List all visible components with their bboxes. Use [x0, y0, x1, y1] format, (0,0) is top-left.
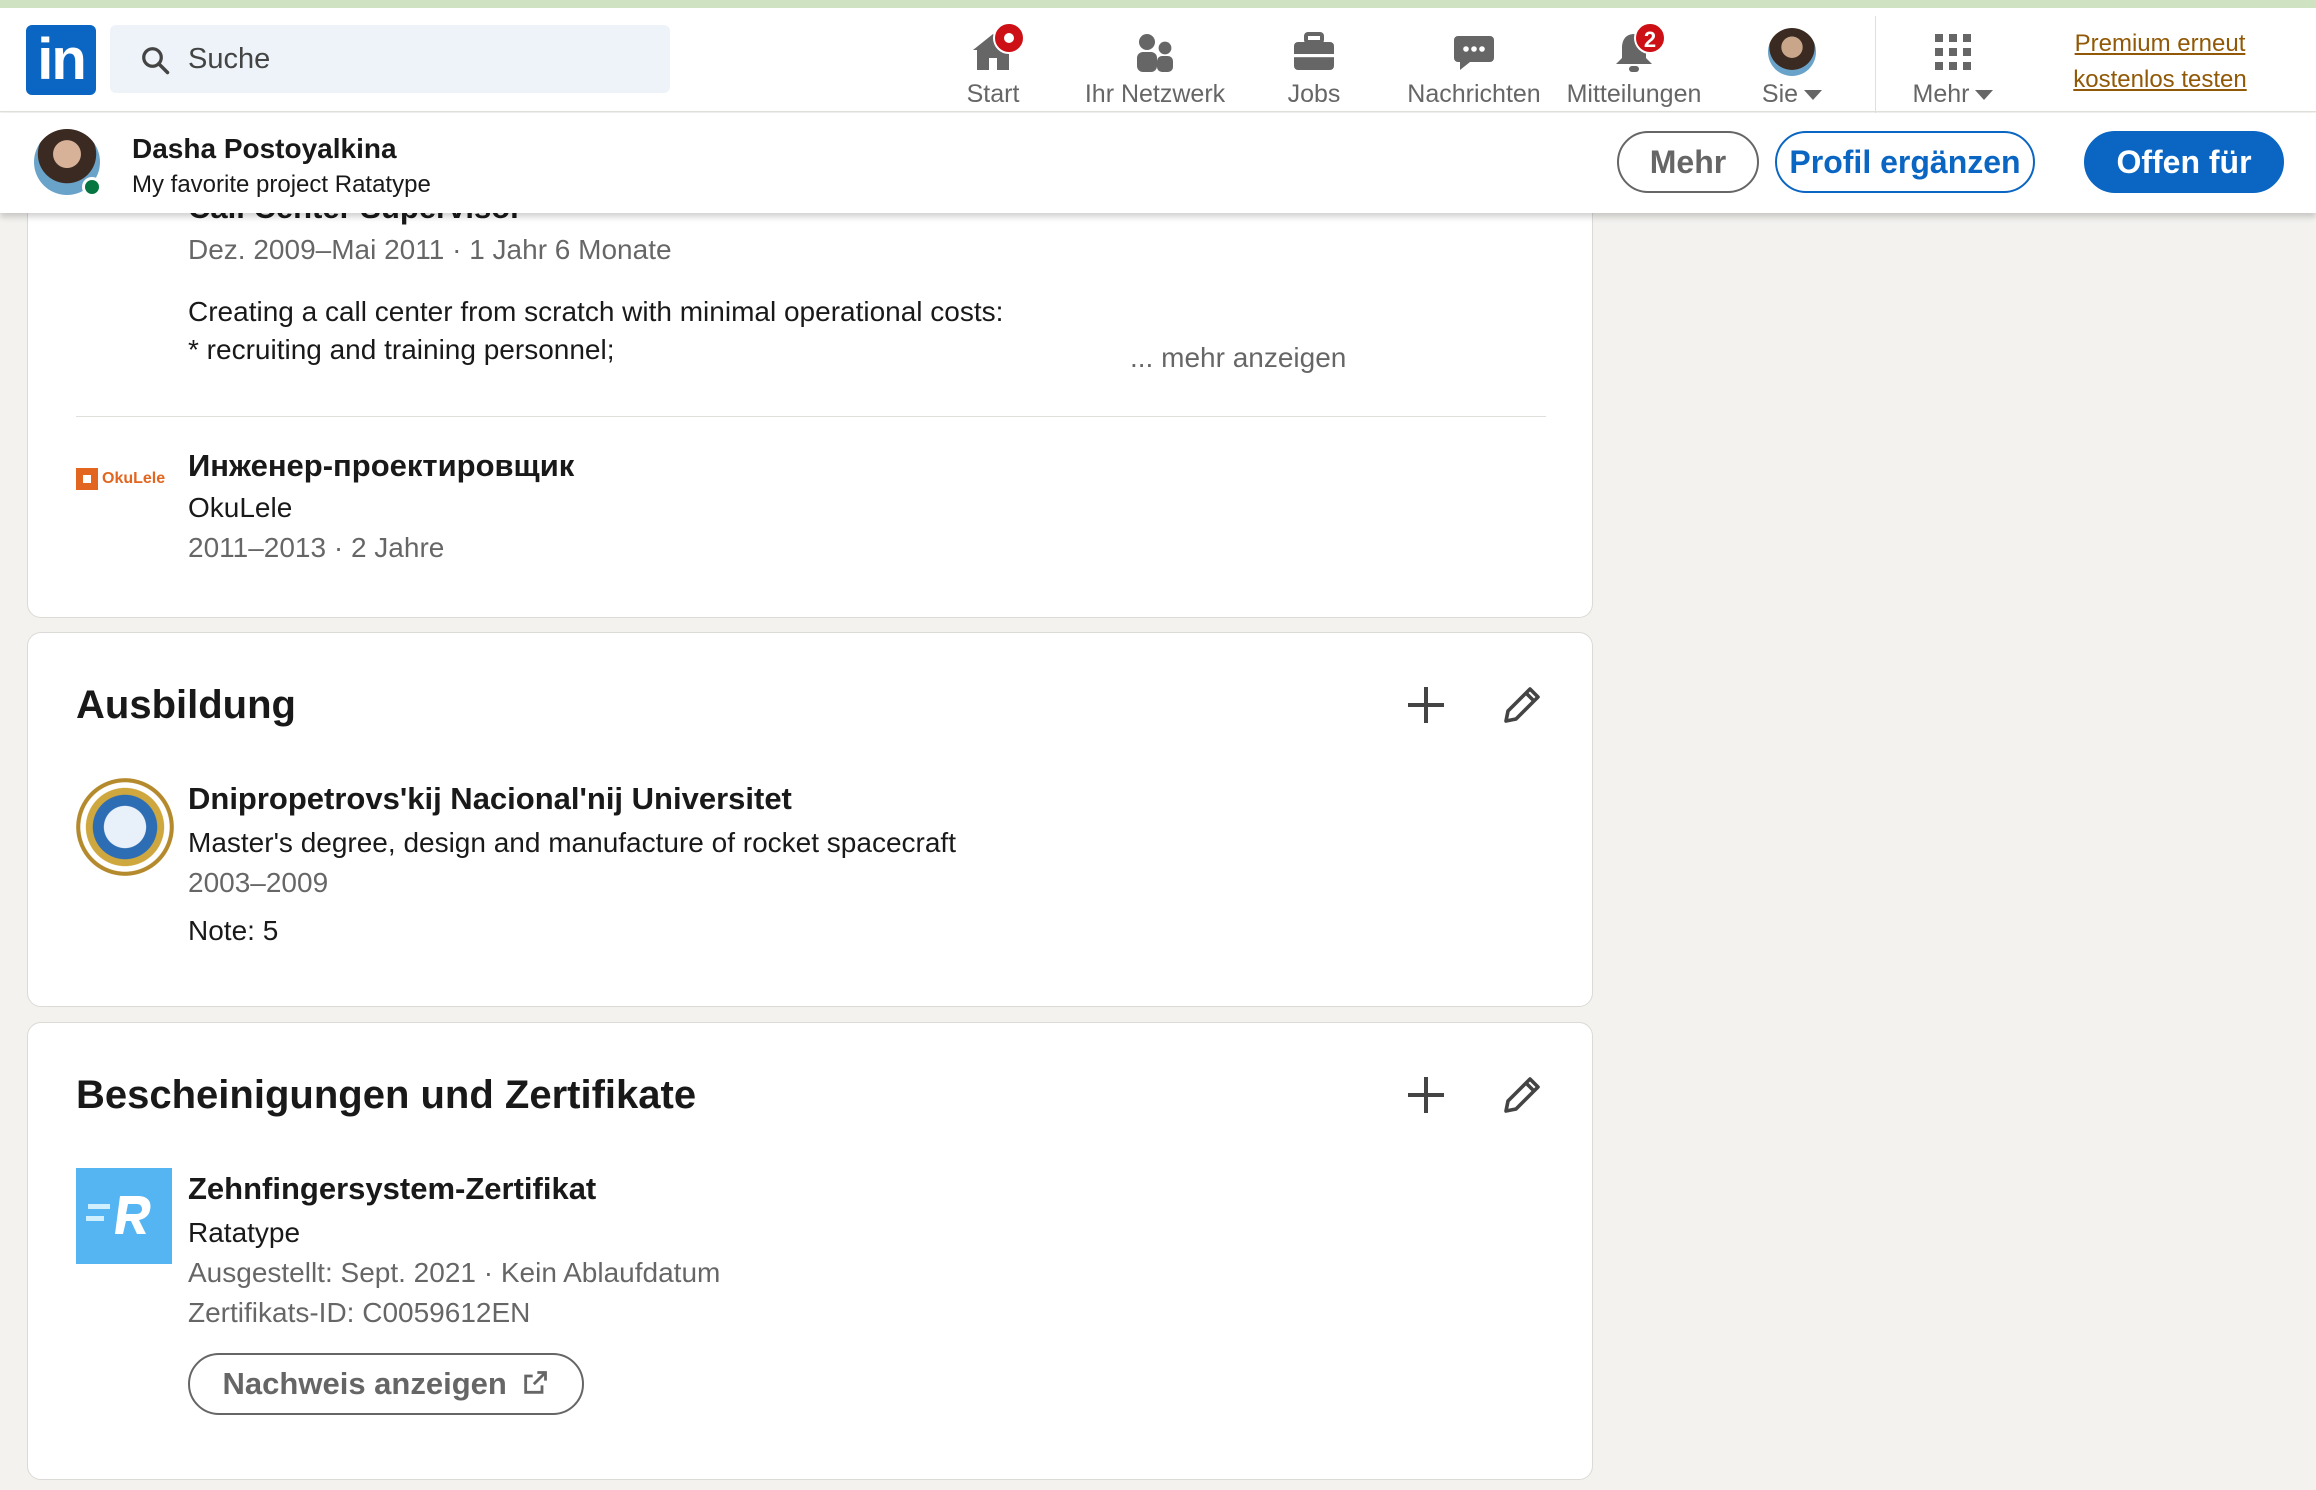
- top-navigation: in Start Ihr Netzwerk Jobs Nachrichten: [0, 8, 2316, 120]
- experience-description-line: * recruiting and training personnel;: [188, 334, 615, 365]
- nav-jobs[interactable]: Jobs: [1274, 14, 1354, 112]
- profile-name: Dasha Postoyalkina: [132, 133, 397, 164]
- edit-pencil-icon[interactable]: [1498, 1071, 1546, 1119]
- premium-link[interactable]: Premium erneut kostenlos testen: [2050, 26, 2270, 98]
- education-dates: 2003–2009: [188, 867, 329, 898]
- experience-description-line: Creating a call center from scratch with…: [188, 296, 1004, 327]
- nav-messaging[interactable]: Nachrichten: [1402, 14, 1546, 112]
- home-icon: [969, 22, 1025, 76]
- show-more-link[interactable]: ... mehr anzeigen: [1130, 342, 1346, 374]
- university-logo[interactable]: [76, 778, 174, 876]
- notification-count-badge: 2: [1634, 22, 1666, 54]
- more-button[interactable]: Mehr: [1617, 131, 1759, 193]
- experience-dates: 2011–2013 · 2 Jahre: [188, 532, 445, 563]
- experience-company: OkuLele: [188, 492, 293, 523]
- nav-more[interactable]: Mehr: [1900, 14, 2006, 112]
- nav-label: Mitteilungen: [1566, 80, 1702, 108]
- apps-grid-icon: [1929, 28, 1977, 76]
- nav-network[interactable]: Ihr Netzwerk: [1080, 14, 1230, 112]
- chevron-down-icon: [1975, 90, 1994, 101]
- network-icon: [1131, 28, 1179, 76]
- ratatype-logo[interactable]: [76, 1168, 172, 1264]
- chevron-down-icon: [1804, 90, 1823, 101]
- add-icon[interactable]: [1402, 681, 1450, 729]
- nav-label: Mehr: [1900, 80, 2006, 109]
- certificate-issuer: Ratatype: [188, 1217, 301, 1248]
- education-section: Ausbildung Dnipropetrovs'kij Nacional'ni…: [27, 632, 1593, 1007]
- premium-line-2: kostenlos testen: [2073, 66, 2247, 93]
- sticky-profile-bar: Dasha Postoyalkina My favorite project R…: [0, 113, 2316, 213]
- school-name[interactable]: Dnipropetrovs'kij Nacional'nij Universit…: [188, 781, 792, 817]
- section-title: Bescheinigungen und Zertifikate: [76, 1073, 697, 1117]
- linkedin-logo[interactable]: in: [26, 25, 96, 95]
- certificate-id: Zertifikats-ID: C0059612EN: [188, 1297, 531, 1328]
- edit-pencil-icon[interactable]: [1498, 681, 1546, 729]
- certificate-name: Zehnfingersystem-Zertifikat: [188, 1171, 597, 1206]
- nav-label: Jobs: [1287, 80, 1341, 108]
- show-credential-button[interactable]: Nachweis anzeigen: [188, 1353, 584, 1415]
- add-profile-section-button[interactable]: Profil ergänzen: [1775, 131, 2035, 193]
- online-status-indicator: [82, 177, 102, 197]
- briefcase-icon: [1290, 28, 1338, 76]
- messaging-icon: [1450, 28, 1498, 76]
- bell-icon: 2: [1610, 22, 1666, 76]
- nav-divider: [1875, 16, 1876, 120]
- premium-line-1: Premium erneut: [2074, 30, 2246, 57]
- add-icon[interactable]: [1402, 1071, 1450, 1119]
- browser-top-strip: [0, 0, 2316, 8]
- experience-title: Инженер-проектировщик: [188, 448, 575, 483]
- nav-label: Ihr Netzwerk: [1084, 80, 1226, 108]
- divider: [76, 416, 1546, 417]
- search-bar[interactable]: [110, 25, 670, 93]
- search-icon: [142, 47, 170, 75]
- open-to-button[interactable]: Offen für: [2084, 131, 2284, 193]
- search-input[interactable]: [188, 25, 648, 93]
- nav-label: Start: [966, 80, 1020, 108]
- show-credential-label: Nachweis anzeigen: [222, 1366, 507, 1401]
- nav-notifications[interactable]: 2 Mitteilungen: [1562, 14, 1706, 112]
- degree: Master's degree, design and manufacture …: [188, 827, 956, 858]
- nav-me[interactable]: Sie: [1752, 14, 1832, 112]
- nav-start[interactable]: Start: [955, 14, 1031, 112]
- nav-label: Nachrichten: [1407, 80, 1541, 108]
- external-link-icon: [524, 1371, 548, 1394]
- okulele-logo[interactable]: OkuLele: [76, 468, 176, 498]
- certificate-issued-date: Ausgestellt: Sept. 2021 · Kein Ablaufdat…: [188, 1257, 721, 1288]
- nav-label: Sie: [1752, 80, 1832, 109]
- education-grade: Note: 5: [188, 915, 279, 946]
- avatar: [1768, 28, 1816, 76]
- notification-dot: [993, 22, 1025, 54]
- certificates-section: Bescheinigungen und Zertifikate Zehnfing…: [27, 1022, 1593, 1480]
- experience-section: Call Center Supervisor Dez. 2009–Mai 201…: [27, 150, 1593, 618]
- experience-dates: Dez. 2009–Mai 2011 · 1 Jahr 6 Monate: [188, 234, 672, 265]
- profile-headline: My favorite project Ratatype: [132, 171, 431, 198]
- section-title: Ausbildung: [76, 683, 296, 727]
